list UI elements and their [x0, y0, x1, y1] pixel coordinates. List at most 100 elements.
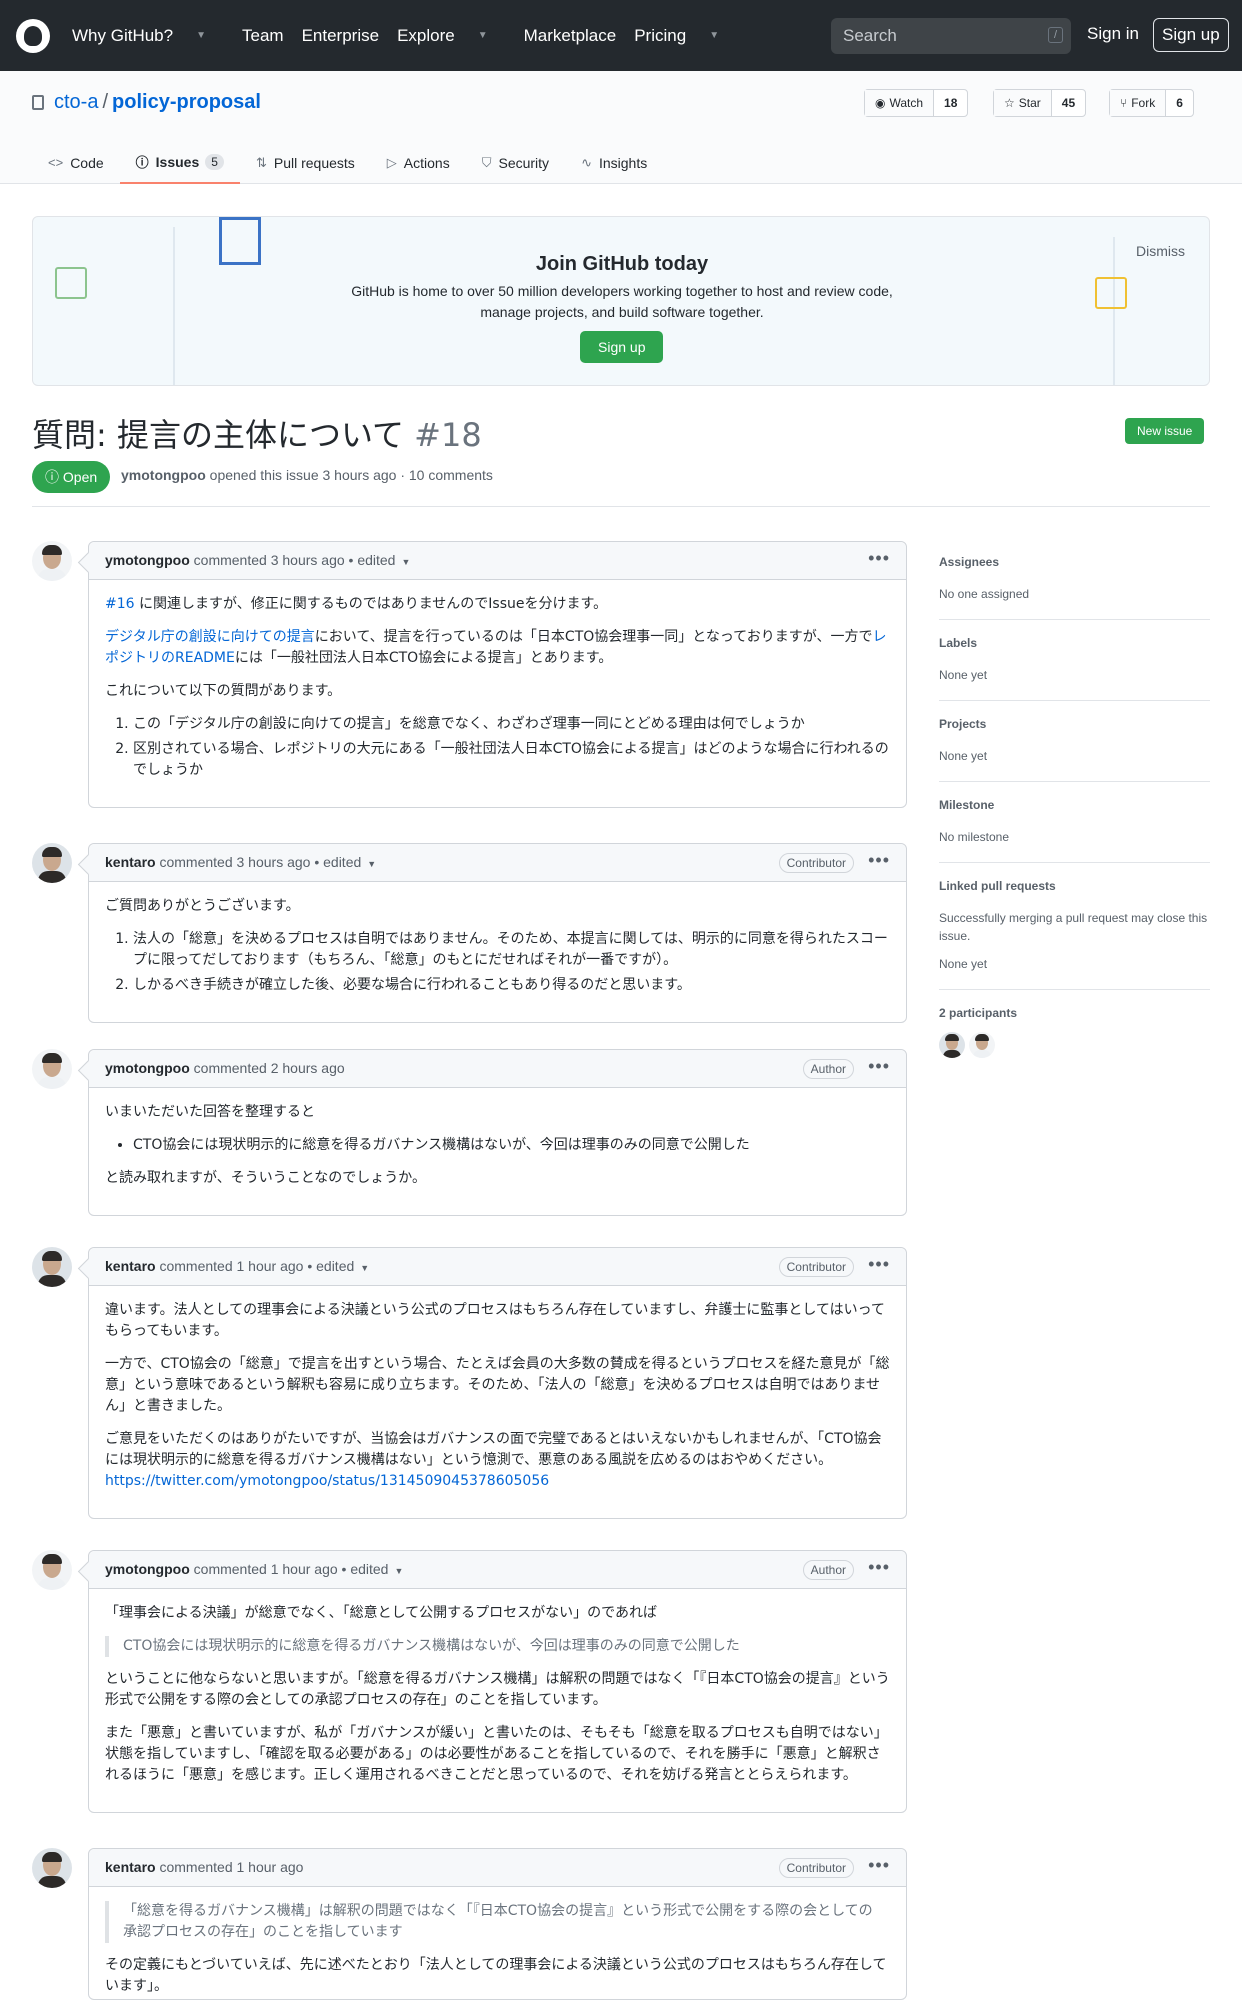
- issue-title: 質問: 提言の主体について #18: [32, 416, 482, 454]
- role-badge: Contributor: [778, 1858, 854, 1878]
- repo-title: cto-a / policy-proposal: [32, 91, 261, 114]
- comment-body: #16 に関連しますが、修正に関するものではありませんのでIssueを分けます。…: [89, 580, 906, 807]
- avatar[interactable]: [32, 1550, 72, 1590]
- avatar[interactable]: [32, 843, 72, 883]
- proposal-link[interactable]: デジタル庁の創設に向けての提言: [105, 629, 315, 645]
- more-options-icon[interactable]: •••: [868, 1557, 890, 1578]
- comment-body: いまいただいた回答を整理すると CTO協会には現状明示的に総意を得るガバナンス機…: [89, 1088, 906, 1215]
- fork-count[interactable]: 6: [1166, 90, 1193, 116]
- sign-in-link[interactable]: Sign in: [1087, 24, 1139, 44]
- list-item: この「デジタル庁の創設に向けての提言」を総意でなく、わざわざ理事一同にとどめる理…: [133, 714, 890, 735]
- tab-actions[interactable]: ▷ Actions: [371, 141, 466, 184]
- fork-button[interactable]: ⑂ Fork: [1110, 90, 1167, 116]
- comment-author-link[interactable]: kentaro: [105, 1258, 156, 1274]
- banner-dismiss-button[interactable]: Dismiss: [1136, 243, 1185, 259]
- comment-box: kentaro commented 3 hours ago • edited ▼ …: [88, 843, 907, 1023]
- github-logo-icon[interactable]: [16, 18, 50, 53]
- comment-box: kentaro commented 1 hour ago • edited ▼ C…: [88, 1247, 907, 1519]
- participants-list: [939, 1032, 1210, 1058]
- avatar[interactable]: [32, 1247, 72, 1287]
- issue-icon: ⓘ: [135, 155, 149, 170]
- divider: [32, 506, 1210, 507]
- tab-insights[interactable]: ∿ Insights: [565, 141, 663, 184]
- comment-header: ymotongpoo commented 1 hour ago • edited…: [89, 1551, 906, 1589]
- sidebar-projects: Projects None yet: [939, 717, 1210, 782]
- twitter-link[interactable]: https://twitter.com/ymotongpoo/status/13…: [105, 1473, 549, 1489]
- nav-enterprise[interactable]: Enterprise: [302, 26, 379, 46]
- eye-icon: ◉: [875, 96, 886, 110]
- issue-link[interactable]: #16: [105, 596, 135, 612]
- tab-security[interactable]: ⛉ Security: [466, 141, 565, 184]
- tab-issues[interactable]: ⓘ Issues 5: [119, 141, 240, 184]
- search-input[interactable]: Search /: [831, 18, 1071, 54]
- pull-request-icon: ⇅: [255, 154, 267, 170]
- watch-button[interactable]: ◉ Watch: [865, 90, 935, 116]
- comment-header: kentaro commented 3 hours ago • edited ▼ …: [89, 844, 906, 882]
- repo-icon: [32, 95, 44, 110]
- avatar[interactable]: [939, 1032, 965, 1058]
- sign-up-button[interactable]: Sign up: [1153, 18, 1229, 52]
- role-badge: Author: [802, 1560, 854, 1580]
- more-options-icon[interactable]: •••: [868, 1056, 890, 1077]
- chevron-down-icon[interactable]: ▼: [367, 859, 376, 869]
- list-item: 法人の「総意」を決めるプロセスは自明ではありません。そのため、本提言に関しては、…: [133, 929, 890, 971]
- quote: 「総意を得るガバナンス機構」は解釈の問題ではなく「『日本CTO協会の提言』という…: [105, 1901, 890, 1943]
- sidebar-milestone: Milestone No milestone: [939, 798, 1210, 863]
- graph-icon: ∿: [581, 154, 592, 170]
- fork-button-group: ⑂ Fork 6: [1109, 89, 1194, 117]
- nav-team[interactable]: Team: [242, 26, 284, 46]
- repo-name-link[interactable]: policy-proposal: [112, 91, 261, 114]
- tab-pull-requests[interactable]: ⇅ Pull requests: [240, 141, 371, 184]
- sidebar-participants: 2 participants: [939, 1006, 1210, 1058]
- comment-box: ymotongpoo commented 3 hours ago • edite…: [88, 541, 907, 808]
- comment-author-link[interactable]: ymotongpoo: [105, 552, 190, 568]
- nav-pricing[interactable]: Pricing ▼: [634, 26, 737, 46]
- nav-marketplace[interactable]: Marketplace: [524, 26, 617, 46]
- more-options-icon[interactable]: •••: [868, 850, 890, 871]
- more-options-icon[interactable]: •••: [868, 1855, 890, 1876]
- tab-code[interactable]: <> Code: [32, 141, 120, 184]
- sidebar-linked-pull-requests: Linked pull requests Successfully mergin…: [939, 879, 1210, 990]
- issue-author-link[interactable]: ymotongpoo: [121, 467, 206, 483]
- nav-explore[interactable]: Explore ▼: [397, 26, 506, 46]
- comment-author-link[interactable]: ymotongpoo: [105, 1561, 190, 1577]
- comment-author-link[interactable]: kentaro: [105, 854, 156, 870]
- comment-author-link[interactable]: kentaro: [105, 1859, 156, 1875]
- avatar[interactable]: [32, 1049, 72, 1089]
- avatar[interactable]: [969, 1032, 995, 1058]
- comment-body: ご質問ありがとうございます。 法人の「総意」を決めるプロセスは自明ではありません…: [89, 882, 906, 1022]
- banner-sign-up-button[interactable]: Sign up: [580, 331, 664, 363]
- comment-box: kentaro commented 1 hour ago Contributor…: [88, 1848, 907, 2000]
- role-badge: Contributor: [778, 1257, 854, 1277]
- watch-count[interactable]: 18: [934, 90, 967, 116]
- new-issue-button[interactable]: New issue: [1125, 418, 1205, 444]
- more-options-icon[interactable]: •••: [868, 548, 890, 569]
- comment-box: ymotongpoo commented 1 hour ago • edited…: [88, 1550, 907, 1813]
- chevron-down-icon: ▼: [196, 30, 206, 41]
- role-badge: Contributor: [778, 853, 854, 873]
- play-icon: ▷: [386, 154, 397, 170]
- chevron-down-icon[interactable]: ▼: [401, 557, 410, 567]
- chevron-down-icon[interactable]: ▼: [360, 1263, 369, 1273]
- chevron-down-icon: ▼: [709, 30, 720, 41]
- shield-icon: ⛉: [481, 154, 492, 170]
- avatar[interactable]: [32, 541, 72, 581]
- chevron-down-icon[interactable]: ▼: [394, 1566, 403, 1576]
- watch-button-group: ◉ Watch 18: [864, 89, 969, 117]
- issue-open-icon: ⓘ: [45, 469, 63, 485]
- repo-header: cto-a / policy-proposal ◉ Watch 18 ☆ Star …: [0, 71, 1242, 184]
- star-count[interactable]: 45: [1052, 90, 1085, 116]
- repo-tabs: <> Code ⓘ Issues 5 ⇅ Pull requests ▷ Actions …: [32, 141, 663, 184]
- nav-why-github[interactable]: Why GitHub? ▼: [72, 26, 224, 46]
- role-badge: Author: [802, 1059, 854, 1079]
- repo-separator: /: [102, 91, 109, 113]
- repo-owner-link[interactable]: cto-a: [54, 91, 98, 114]
- comment-body: 「理事会による決議」が総意でなく、「総意として公開するプロセスがない」のであれば…: [105, 1605, 890, 1783]
- star-button[interactable]: ☆ Star: [994, 90, 1052, 116]
- more-options-icon[interactable]: •••: [868, 1254, 890, 1275]
- banner-text: GitHub is home to over 50 million develo…: [351, 283, 893, 320]
- avatar[interactable]: [32, 1848, 72, 1888]
- issue-meta: ymotongpoo opened this issue 3 hours ago…: [121, 467, 493, 483]
- chevron-down-icon: ▼: [477, 30, 488, 41]
- comment-author-link[interactable]: ymotongpoo: [105, 1060, 190, 1076]
